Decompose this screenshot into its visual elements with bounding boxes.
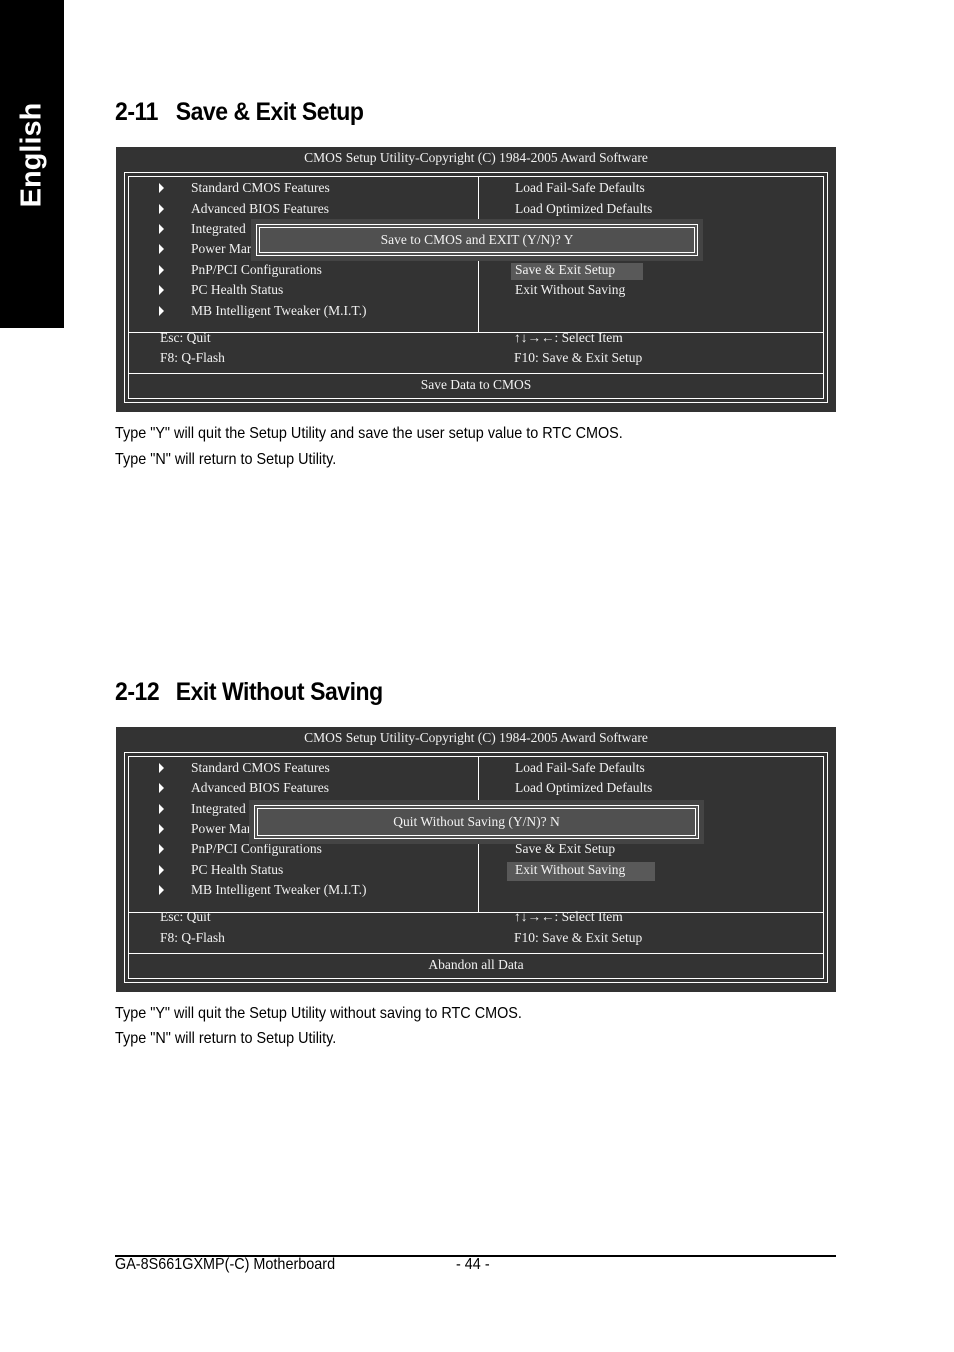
key-hint-arrows: ↑↓→←: Select Item (514, 909, 623, 924)
menu-item-pnp-pci[interactable]: PnP/PCI Configurations (191, 840, 322, 858)
menu-item-integrated[interactable]: Integrated (191, 800, 246, 818)
submenu-arrow-icon (159, 204, 164, 214)
divider (129, 912, 823, 913)
menu-item-load-failsafe[interactable]: Load Fail-Safe Defaults (515, 179, 645, 197)
menu-item-advanced-bios[interactable]: Advanced BIOS Features (191, 779, 329, 797)
menu-item-exit-without-saving[interactable]: Exit Without Saving (515, 861, 625, 879)
key-hint-esc: Esc: Quit (160, 330, 211, 345)
language-tab: English (0, 0, 64, 328)
menu-item-standard-cmos[interactable]: Standard CMOS Features (191, 179, 330, 197)
key-hint-f10: F10: Save & Exit Setup (514, 930, 643, 945)
status-line: Save Data to CMOS (420, 377, 532, 392)
dialog-prompt: Save to CMOS and EXIT (Y/N)? Y (380, 232, 574, 247)
menu-item-standard-cmos[interactable]: Standard CMOS Features (191, 759, 330, 777)
footer-product: GA-8S661GXMP(-C) Motherboard (115, 1256, 336, 1273)
key-hint-esc: Esc: Quit (160, 909, 211, 924)
bios-frame: Standard CMOS Features Advanced BIOS Fea… (124, 172, 828, 403)
key-hint-f8: F8: Q-Flash (160, 350, 225, 365)
key-hint-f10: F10: Save & Exit Setup (514, 350, 643, 365)
menu-item-save-exit[interactable]: Save & Exit Setup (515, 840, 615, 858)
submenu-arrow-icon (159, 783, 164, 793)
menu-item-mit[interactable]: MB Intelligent Tweaker (M.I.T.) (191, 302, 367, 320)
description-line: Type "Y" will quit the Setup Utility and… (115, 425, 623, 442)
description-line: Type "Y" will quit the Setup Utility wit… (115, 1005, 522, 1022)
menu-item-pnp-pci[interactable]: PnP/PCI Configurations (191, 261, 322, 279)
confirm-dialog[interactable]: Quit Without Saving (Y/N)? N (254, 805, 699, 839)
submenu-arrow-icon (159, 244, 164, 254)
menu-item-advanced-bios[interactable]: Advanced BIOS Features (191, 200, 329, 218)
key-hint-f8: F8: Q-Flash (160, 930, 225, 945)
page-number: - 44 - (456, 1256, 490, 1273)
description-line: Type "N" will return to Setup Utility. (115, 451, 337, 468)
section-title-exit-without-saving: 2-12 Exit Without Saving (115, 678, 383, 707)
submenu-arrow-icon (159, 183, 164, 193)
divider (129, 332, 823, 333)
submenu-arrow-icon (159, 265, 164, 275)
bios-header: CMOS Setup Utility-Copyright (C) 1984-20… (304, 150, 648, 165)
menu-item-pc-health[interactable]: PC Health Status (191, 281, 283, 299)
status-line: Abandon all Data (428, 957, 524, 972)
menu-item-load-failsafe[interactable]: Load Fail-Safe Defaults (515, 759, 645, 777)
submenu-arrow-icon (159, 285, 164, 295)
submenu-arrow-icon (159, 804, 164, 814)
dialog-prompt: Quit Without Saving (Y/N)? N (393, 814, 560, 829)
key-hint-arrows: ↑↓→←: Select Item (514, 330, 623, 345)
section-heading: Save & Exit Setup (175, 98, 364, 126)
submenu-arrow-icon (159, 844, 164, 854)
bios-screen-exit-without-saving: CMOS Setup Utility-Copyright (C) 1984-20… (116, 727, 836, 992)
section-title-save-exit: 2-11 Save & Exit Setup (115, 98, 364, 127)
submenu-arrow-icon (159, 763, 164, 773)
menu-item-power[interactable]: Power Mar (191, 820, 251, 838)
divider (129, 373, 823, 374)
menu-item-integrated[interactable]: Integrated (191, 220, 246, 238)
confirm-dialog[interactable]: Save to CMOS and EXIT (Y/N)? Y (256, 224, 698, 256)
divider (129, 953, 823, 954)
menu-item-power[interactable]: Power Mar (191, 240, 251, 258)
menu-item-exit-without-saving[interactable]: Exit Without Saving (515, 281, 625, 299)
menu-item-pc-health[interactable]: PC Health Status (191, 861, 283, 879)
submenu-arrow-icon (159, 824, 164, 834)
bios-screen-save-exit: CMOS Setup Utility-Copyright (C) 1984-20… (116, 147, 836, 412)
language-tab-label: English (15, 102, 48, 208)
section-number: 2-11 (115, 98, 158, 126)
description-line: Type "N" will return to Setup Utility. (115, 1030, 337, 1047)
menu-item-mit[interactable]: MB Intelligent Tweaker (M.I.T.) (191, 881, 367, 899)
menu-item-save-exit[interactable]: Save & Exit Setup (515, 261, 615, 279)
bios-header: CMOS Setup Utility-Copyright (C) 1984-20… (304, 730, 648, 745)
submenu-arrow-icon (159, 224, 164, 234)
menu-item-load-optimized[interactable]: Load Optimized Defaults (515, 779, 652, 797)
menu-item-load-optimized[interactable]: Load Optimized Defaults (515, 200, 652, 218)
submenu-arrow-icon (159, 865, 164, 875)
submenu-arrow-icon (159, 885, 164, 895)
bios-frame: Standard CMOS Features Advanced BIOS Fea… (124, 752, 828, 983)
section-number: 2-12 (115, 678, 160, 706)
submenu-arrow-icon (159, 306, 164, 316)
section-heading: Exit Without Saving (175, 678, 383, 706)
